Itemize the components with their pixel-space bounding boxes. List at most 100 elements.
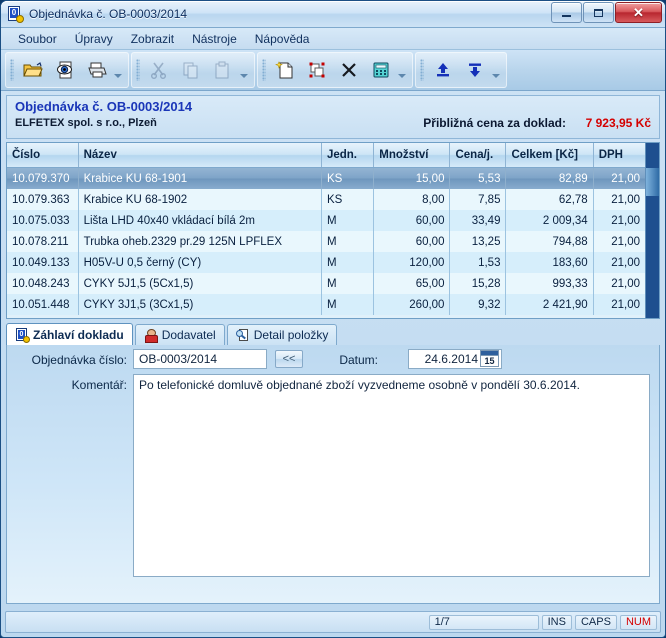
- cell-cislo: 10.049.133: [7, 252, 79, 273]
- grid-header-dph[interactable]: DPH: [594, 143, 645, 167]
- grid-header-cena[interactable]: Cena/j.: [450, 143, 507, 167]
- cell-cislo: 10.079.370: [7, 168, 79, 189]
- document-title: Objednávka č. OB-0003/2014: [15, 99, 193, 114]
- calculator-button[interactable]: [365, 55, 397, 85]
- maximize-icon: [594, 8, 603, 17]
- print-button[interactable]: [81, 55, 113, 85]
- toolbar-grip[interactable]: [262, 59, 266, 81]
- cut-button: [143, 55, 175, 85]
- record-position: 1/7: [428, 614, 539, 630]
- move-up-button[interactable]: [427, 55, 459, 85]
- cell-celkem: 993,33: [506, 273, 594, 294]
- menu-nastroje[interactable]: Nástroje: [183, 30, 246, 48]
- grid-header-celkem[interactable]: Celkem [Kč]: [506, 143, 594, 167]
- table-row[interactable]: 10.051.448 CYKY 3J1,5 (3Cx1,5) M 260,00 …: [7, 294, 645, 315]
- cell-celkem: 183,60: [506, 252, 594, 273]
- cell-dph: 21,00: [611, 172, 641, 185]
- print-icon: [88, 62, 107, 78]
- window-title: Objednávka č. OB-0003/2014: [29, 7, 188, 21]
- document-key-icon: 0: [7, 6, 24, 23]
- move-down-button[interactable]: [459, 55, 491, 85]
- toolbar-overflow-edit[interactable]: [239, 59, 248, 81]
- grid-header-nazev[interactable]: Název: [79, 143, 322, 167]
- minimize-icon: [562, 14, 571, 17]
- calculator-icon: [373, 62, 389, 78]
- tab-label: Detail položky: [253, 328, 329, 342]
- print-preview-button[interactable]: [49, 55, 81, 85]
- cell-dph: 21,00: [611, 256, 641, 269]
- toolbar: [1, 50, 665, 91]
- cell-nazev: CYKY 5J1,5 (5Cx1,5): [79, 273, 322, 294]
- grid-header-mnozstvi[interactable]: Množství: [374, 143, 451, 167]
- cell-cena: 15,28: [450, 273, 507, 294]
- move-down-icon: [469, 63, 481, 77]
- close-button[interactable]: ✕: [615, 2, 662, 23]
- order-number-label: Objednávka číslo:: [31, 353, 127, 367]
- toolbar-group-record: [257, 52, 413, 88]
- grid-header-jedn[interactable]: Jedn.: [322, 143, 375, 167]
- table-row[interactable]: 10.048.243 CYKY 5J1,5 (5Cx1,5) M 65,00 1…: [7, 273, 645, 294]
- capslock-indicator: CAPS: [574, 614, 617, 630]
- toolbar-group-file: [5, 52, 129, 88]
- cell-nazev: Krabice KU 68-1901: [79, 168, 322, 189]
- table-row[interactable]: 10.049.133 H05V-U 0,5 černý (CY) M 120,0…: [7, 252, 645, 273]
- copy-button: [175, 55, 207, 85]
- table-row[interactable]: 10.078.211 Trubka oheb.2329 pr.29 125N L…: [7, 231, 645, 252]
- table-row[interactable]: 10.075.033 Lišta LHD 40x40 vkládací bílá…: [7, 210, 645, 231]
- cell-jedn: M: [322, 294, 375, 315]
- toolbar-grip[interactable]: [136, 59, 140, 81]
- menu-soubor[interactable]: Soubor: [9, 30, 66, 48]
- cell-mnozstvi: 8,00: [374, 189, 451, 210]
- delete-record-button[interactable]: [333, 55, 365, 85]
- supplier-person-icon: [144, 328, 158, 343]
- status-bar: 1/7 INS CAPS NUM: [5, 611, 661, 633]
- maximize-button[interactable]: [583, 2, 614, 23]
- total-price-label: Přibližná cena za doklad:: [423, 116, 566, 130]
- table-row[interactable]: 10.079.363 Krabice KU 68-1902 KS 8,00 7,…: [7, 189, 645, 210]
- comment-textarea[interactable]: Po telefonické domluvě objednané zboží v…: [133, 374, 650, 577]
- header-form-panel: Objednávka číslo: OB-0003/2014 << Datum:…: [6, 345, 660, 604]
- paste-button: [207, 55, 239, 85]
- cell-mnozstvi: 120,00: [374, 252, 451, 273]
- toolbar-overflow-record[interactable]: [397, 59, 406, 81]
- grid-vertical-scrollbar[interactable]: [645, 143, 659, 318]
- cell-cena: 1,53: [450, 252, 507, 273]
- cell-mnozstvi: 260,00: [374, 294, 451, 315]
- grid-header-cislo[interactable]: Číslo: [7, 143, 79, 167]
- numlock-indicator: NUM: [619, 614, 657, 630]
- minimize-button[interactable]: [551, 2, 582, 23]
- cell-celkem: 62,78: [506, 189, 594, 210]
- tab-detail-polozky[interactable]: Detail položky: [226, 324, 338, 345]
- open-button[interactable]: [17, 55, 49, 85]
- tab-dodavatel[interactable]: Dodavatel: [134, 324, 225, 345]
- menu-zobrazit[interactable]: Zobrazit: [122, 30, 183, 48]
- menu-upravy[interactable]: Úpravy: [66, 30, 122, 48]
- calendar-picker-button[interactable]: 15: [480, 350, 499, 367]
- toolbar-grip[interactable]: [420, 59, 424, 81]
- cell-celkem: 82,89: [506, 168, 594, 189]
- cell-jedn: M: [322, 273, 375, 294]
- delete-record-icon: [342, 63, 356, 77]
- table-row[interactable]: 10.079.370 Krabice KU 68-1901 KS 15,00 5…: [7, 168, 645, 189]
- cell-dph: 21,00: [611, 298, 641, 311]
- insert-mode-indicator: INS: [541, 614, 572, 630]
- cell-jedn: M: [322, 210, 375, 231]
- duplicate-record-button[interactable]: [301, 55, 333, 85]
- cell-cislo: 10.078.211: [7, 231, 79, 252]
- tab-label: Dodavatel: [161, 328, 216, 342]
- cell-cena: 5,53: [450, 168, 507, 189]
- toolbar-overflow-file[interactable]: [113, 59, 122, 81]
- cell-cena: 13,25: [450, 231, 507, 252]
- toolbar-overflow-move[interactable]: [491, 59, 500, 81]
- order-number-input[interactable]: OB-0003/2014: [133, 349, 267, 369]
- new-record-button[interactable]: [269, 55, 301, 85]
- menu-napoveda[interactable]: Nápověda: [246, 30, 319, 48]
- cell-mnozstvi: 60,00: [374, 210, 451, 231]
- tab-zahlavi-dokladu[interactable]: 0 Záhlaví dokladu: [6, 323, 133, 345]
- grid-header-row: Číslo Název Jedn. Množství Cena/j. Celke…: [7, 143, 645, 168]
- toolbar-group-move: [415, 52, 507, 88]
- toolbar-grip[interactable]: [10, 59, 14, 81]
- close-icon: ✕: [633, 5, 644, 20]
- cell-cislo: 10.079.363: [7, 189, 79, 210]
- scrollbar-thumb[interactable]: [646, 168, 659, 196]
